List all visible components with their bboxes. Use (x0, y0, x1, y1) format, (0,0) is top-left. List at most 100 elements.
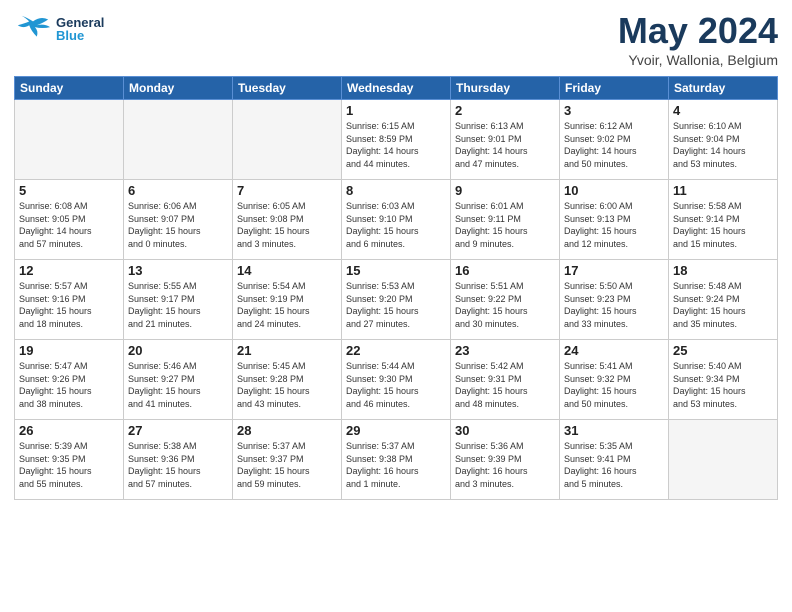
day-info: Sunrise: 5:51 AM Sunset: 9:22 PM Dayligh… (455, 280, 555, 330)
table-row: 15 Sunrise: 5:53 AM Sunset: 9:20 PM Dayli… (342, 260, 451, 340)
day-info: Sunrise: 5:42 AM Sunset: 9:31 PM Dayligh… (455, 360, 555, 410)
calendar-table: Sunday Monday Tuesday Wednesday Thursday… (14, 76, 778, 500)
day-number: 29 (346, 423, 446, 438)
table-row: 29 Sunrise: 5:37 AM Sunset: 9:38 PM Dayli… (342, 420, 451, 500)
table-row: 5 Sunrise: 6:08 AM Sunset: 9:05 PM Daylig… (15, 180, 124, 260)
table-row (124, 100, 233, 180)
day-number: 21 (237, 343, 337, 358)
day-info: Sunrise: 5:50 AM Sunset: 9:23 PM Dayligh… (564, 280, 664, 330)
table-row: 10Sunrise: 6:00 AM Sunset: 9:13 PM Dayli… (560, 180, 669, 260)
table-row: 9 Sunrise: 6:01 AM Sunset: 9:11 PM Daylig… (451, 180, 560, 260)
day-number: 23 (455, 343, 555, 358)
day-info: Sunrise: 5:53 AM Sunset: 9:20 PM Dayligh… (346, 280, 446, 330)
day-number: 6 (128, 183, 228, 198)
table-row: 2 Sunrise: 6:13 AM Sunset: 9:01 PM Daylig… (451, 100, 560, 180)
table-row (669, 420, 778, 500)
col-wednesday: Wednesday (342, 77, 451, 100)
table-row: 24 Sunrise: 5:41 AM Sunset: 9:32 PM Dayli… (560, 340, 669, 420)
table-row: 23 Sunrise: 5:42 AM Sunset: 9:31 PM Dayli… (451, 340, 560, 420)
day-number: 7 (237, 183, 337, 198)
table-row: 11Sunrise: 5:58 AM Sunset: 9:14 PM Dayli… (669, 180, 778, 260)
month-title: May 2024 (618, 10, 778, 52)
table-row: 13 Sunrise: 5:55 AM Sunset: 9:17 PM Dayli… (124, 260, 233, 340)
col-thursday: Thursday (451, 77, 560, 100)
table-row: 3 Sunrise: 6:12 AM Sunset: 9:02 PM Daylig… (560, 100, 669, 180)
table-row: 26Sunrise: 5:39 AM Sunset: 9:35 PM Dayli… (15, 420, 124, 500)
table-row: 28Sunrise: 5:37 AM Sunset: 9:37 PM Dayli… (233, 420, 342, 500)
day-number: 18 (673, 263, 773, 278)
day-info: Sunrise: 6:03 AM Sunset: 9:10 PM Dayligh… (346, 200, 446, 250)
table-row: 25 Sunrise: 5:40 AM Sunset: 9:34 PM Dayli… (669, 340, 778, 420)
day-info: Sunrise: 5:46 AM Sunset: 9:27 PM Dayligh… (128, 360, 228, 410)
day-number: 28 (237, 423, 337, 438)
day-info: Sunrise: 5:55 AM Sunset: 9:17 PM Dayligh… (128, 280, 228, 330)
table-row: 7 Sunrise: 6:05 AM Sunset: 9:08 PM Daylig… (233, 180, 342, 260)
calendar-week-row: 19Sunrise: 5:47 AM Sunset: 9:26 PM Dayli… (15, 340, 778, 420)
table-row: 19Sunrise: 5:47 AM Sunset: 9:26 PM Dayli… (15, 340, 124, 420)
day-info: Sunrise: 6:13 AM Sunset: 9:01 PM Dayligh… (455, 120, 555, 170)
day-info: Sunrise: 5:40 AM Sunset: 9:34 PM Dayligh… (673, 360, 773, 410)
day-number: 17 (564, 263, 664, 278)
day-number: 25 (673, 343, 773, 358)
day-info: Sunrise: 5:36 AM Sunset: 9:39 PM Dayligh… (455, 440, 555, 490)
table-row (233, 100, 342, 180)
day-info: Sunrise: 5:45 AM Sunset: 9:28 PM Dayligh… (237, 360, 337, 410)
day-info: Sunrise: 5:57 AM Sunset: 9:16 PM Dayligh… (19, 280, 119, 330)
calendar-week-row: 5 Sunrise: 6:08 AM Sunset: 9:05 PM Daylig… (15, 180, 778, 260)
day-number: 15 (346, 263, 446, 278)
day-info: Sunrise: 6:06 AM Sunset: 9:07 PM Dayligh… (128, 200, 228, 250)
day-info: Sunrise: 5:48 AM Sunset: 9:24 PM Dayligh… (673, 280, 773, 330)
table-row: 14Sunrise: 5:54 AM Sunset: 9:19 PM Dayli… (233, 260, 342, 340)
day-number: 13 (128, 263, 228, 278)
day-number: 30 (455, 423, 555, 438)
day-number: 31 (564, 423, 664, 438)
day-number: 14 (237, 263, 337, 278)
table-row: 4Sunrise: 6:10 AM Sunset: 9:04 PM Daylig… (669, 100, 778, 180)
table-row (15, 100, 124, 180)
day-info: Sunrise: 5:37 AM Sunset: 9:38 PM Dayligh… (346, 440, 446, 490)
day-info: Sunrise: 6:12 AM Sunset: 9:02 PM Dayligh… (564, 120, 664, 170)
logo-text: General Blue (56, 16, 104, 42)
day-info: Sunrise: 5:38 AM Sunset: 9:36 PM Dayligh… (128, 440, 228, 490)
page-header: General Blue May 2024 Yvoir, Wallonia, B… (14, 10, 778, 68)
col-tuesday: Tuesday (233, 77, 342, 100)
day-info: Sunrise: 6:15 AM Sunset: 8:59 PM Dayligh… (346, 120, 446, 170)
day-number: 12 (19, 263, 119, 278)
page-container: General Blue May 2024 Yvoir, Wallonia, B… (0, 0, 792, 612)
table-row: 21 Sunrise: 5:45 AM Sunset: 9:28 PM Dayli… (233, 340, 342, 420)
calendar-week-row: 1 Sunrise: 6:15 AM Sunset: 8:59 PM Daylig… (15, 100, 778, 180)
day-number: 27 (128, 423, 228, 438)
table-row: 8 Sunrise: 6:03 AM Sunset: 9:10 PM Daylig… (342, 180, 451, 260)
logo-icon (14, 10, 52, 48)
day-number: 2 (455, 103, 555, 118)
col-saturday: Saturday (669, 77, 778, 100)
calendar-header-row: Sunday Monday Tuesday Wednesday Thursday… (15, 77, 778, 100)
day-info: Sunrise: 6:05 AM Sunset: 9:08 PM Dayligh… (237, 200, 337, 250)
day-info: Sunrise: 5:58 AM Sunset: 9:14 PM Dayligh… (673, 200, 773, 250)
day-number: 22 (346, 343, 446, 358)
day-number: 19 (19, 343, 119, 358)
day-number: 9 (455, 183, 555, 198)
table-row: 12 Sunrise: 5:57 AM Sunset: 9:16 PM Dayli… (15, 260, 124, 340)
day-info: Sunrise: 6:01 AM Sunset: 9:11 PM Dayligh… (455, 200, 555, 250)
day-info: Sunrise: 5:41 AM Sunset: 9:32 PM Dayligh… (564, 360, 664, 410)
col-friday: Friday (560, 77, 669, 100)
day-info: Sunrise: 6:08 AM Sunset: 9:05 PM Dayligh… (19, 200, 119, 250)
day-number: 16 (455, 263, 555, 278)
table-row: 27 Sunrise: 5:38 AM Sunset: 9:36 PM Dayli… (124, 420, 233, 500)
title-block: May 2024 Yvoir, Wallonia, Belgium (618, 10, 778, 68)
day-number: 24 (564, 343, 664, 358)
logo-blue-text: Blue (56, 29, 104, 42)
day-number: 1 (346, 103, 446, 118)
table-row: 6 Sunrise: 6:06 AM Sunset: 9:07 PM Daylig… (124, 180, 233, 260)
day-number: 3 (564, 103, 664, 118)
day-number: 10 (564, 183, 664, 198)
day-number: 26 (19, 423, 119, 438)
table-row: 1 Sunrise: 6:15 AM Sunset: 8:59 PM Daylig… (342, 100, 451, 180)
day-number: 20 (128, 343, 228, 358)
col-monday: Monday (124, 77, 233, 100)
day-number: 5 (19, 183, 119, 198)
day-number: 4 (673, 103, 773, 118)
table-row: 17 Sunrise: 5:50 AM Sunset: 9:23 PM Dayli… (560, 260, 669, 340)
day-number: 8 (346, 183, 446, 198)
